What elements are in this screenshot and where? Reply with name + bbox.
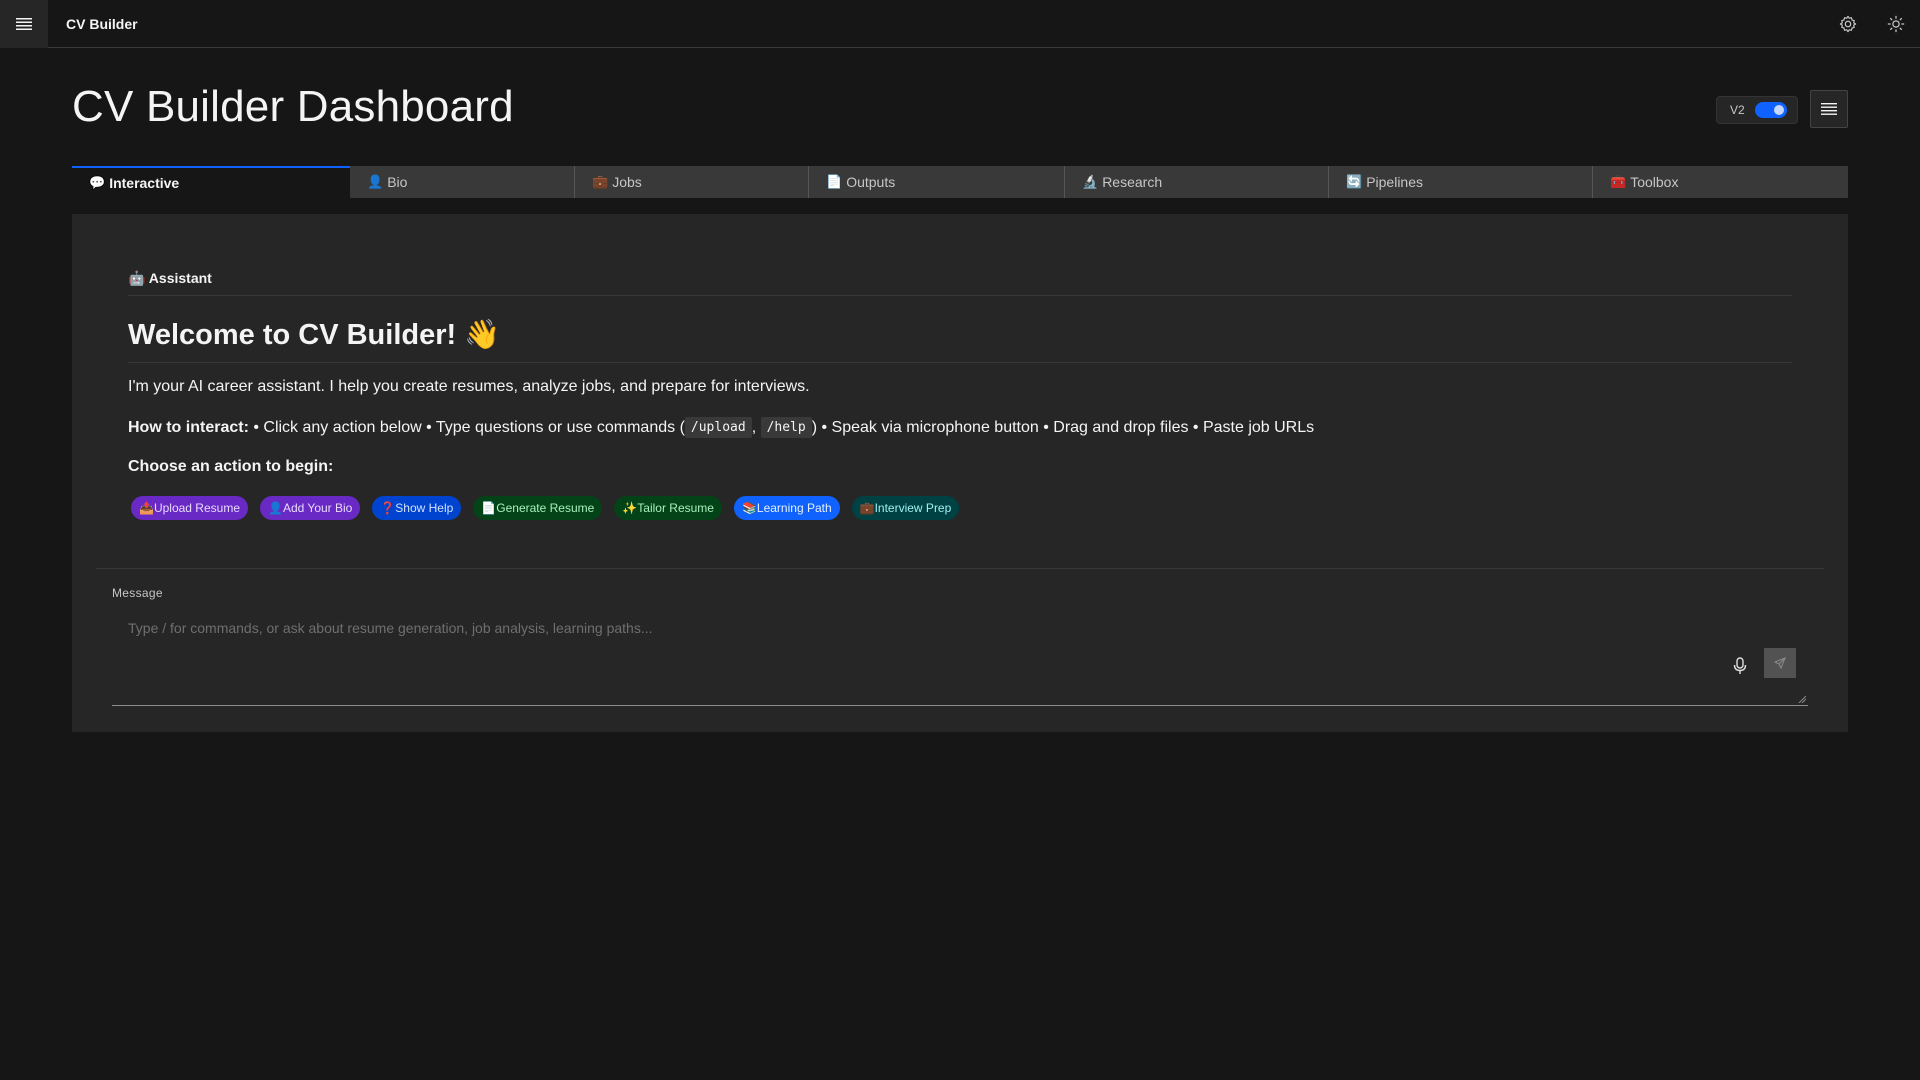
hamburger-icon <box>16 17 32 30</box>
document-icon: 📄 <box>826 174 843 189</box>
message-placeholder: Type / for commands, or ask about resume… <box>128 620 653 636</box>
chat-icon: 💬 <box>89 175 106 190</box>
how-to-part2: ) • Speak via microphone button • Drag a… <box>811 418 1315 436</box>
send-button[interactable] <box>1764 648 1796 678</box>
assistant-header: 🤖 Assistant <box>128 270 212 286</box>
tab-label: Interactive <box>109 175 180 191</box>
message-label: Message <box>112 586 163 600</box>
tab-pipelines[interactable]: 🔄 Pipelines <box>1329 166 1593 198</box>
show-help-button[interactable]: ❓Show Help <box>372 496 462 520</box>
main-tabs: 💬 Interactive 👤 Bio 💼 Jobs 📄 Outputs 🔬 R… <box>72 166 1848 198</box>
add-bio-button[interactable]: 👤Add Your Bio <box>260 496 361 520</box>
upload-resume-button[interactable]: 📤Upload Resume <box>131 496 248 520</box>
tab-outputs[interactable]: 📄 Outputs <box>809 166 1065 198</box>
interactive-panel: 🤖 Assistant Welcome to CV Builder! 👋 I'm… <box>72 214 1848 732</box>
tab-label: Jobs <box>612 174 642 190</box>
interview-prep-button[interactable]: 💼Interview Prep <box>851 496 960 520</box>
microscope-icon: 🔬 <box>1082 174 1099 189</box>
toggle-switch[interactable] <box>1754 102 1787 118</box>
tab-toolbox[interactable]: 🧰 Toolbox <box>1593 166 1848 198</box>
tab-research[interactable]: 🔬 Research <box>1065 166 1329 198</box>
tab-label: Toolbox <box>1630 174 1679 190</box>
tab-bio[interactable]: 👤 Bio <box>350 166 575 198</box>
choose-action-label: Choose an action to begin: <box>128 458 334 475</box>
divider <box>128 295 1792 296</box>
generate-resume-button[interactable]: 📄Generate Resume <box>473 496 603 520</box>
send-icon <box>1774 657 1786 669</box>
menu-button[interactable] <box>0 0 48 48</box>
tailor-resume-button[interactable]: ✨Tailor Resume <box>614 496 722 520</box>
tab-jobs[interactable]: 💼 Jobs <box>575 166 809 198</box>
welcome-heading: Welcome to CV Builder! 👋 <box>128 319 501 351</box>
tab-interactive[interactable]: 💬 Interactive <box>72 166 350 198</box>
how-to-label: How to interact: <box>128 418 249 436</box>
settings-button[interactable] <box>1824 0 1872 48</box>
gear-icon <box>1839 15 1857 33</box>
toolbox-icon: 🧰 <box>1610 174 1627 189</box>
theme-toggle-button[interactable] <box>1872 0 1920 48</box>
tab-label: Research <box>1102 174 1163 190</box>
help-command: /help <box>760 417 812 438</box>
person-icon: 👤 <box>367 174 384 189</box>
comma: , <box>751 418 761 436</box>
top-bar: CV Builder <box>0 0 1920 48</box>
sun-icon <box>1887 15 1905 33</box>
divider <box>128 362 1792 363</box>
app-title[interactable]: CV Builder <box>66 16 138 32</box>
version-toggle[interactable]: V2 <box>1716 96 1798 124</box>
cycle-icon: 🔄 <box>1346 174 1363 189</box>
tab-label: Outputs <box>846 174 896 190</box>
version-toggle-label: V2 <box>1730 103 1745 117</box>
how-to-text: How to interact: • Click any action belo… <box>128 417 1314 438</box>
list-icon <box>1821 103 1837 115</box>
briefcase-icon: 💼 <box>592 174 609 189</box>
resize-handle-icon[interactable] <box>1798 695 1806 703</box>
how-to-part1: • Click any action below • Type question… <box>248 418 685 436</box>
microphone-icon <box>1733 657 1747 674</box>
learning-path-button[interactable]: 📚Learning Path <box>733 496 840 520</box>
divider <box>96 568 1824 569</box>
toggle-knob <box>1773 105 1784 115</box>
intro-text: I'm your AI career assistant. I help you… <box>128 378 810 395</box>
tab-label: Pipelines <box>1366 174 1424 190</box>
layout-menu-button[interactable] <box>1810 90 1848 128</box>
message-input[interactable]: Type / for commands, or ask about resume… <box>112 606 1808 706</box>
upload-command: /upload <box>684 417 752 438</box>
page-title: CV Builder Dashboard <box>72 82 514 131</box>
tab-label: Bio <box>387 174 408 190</box>
microphone-button[interactable] <box>1728 650 1752 682</box>
action-chips: 📤Upload Resume 👤Add Your Bio ❓Show Help … <box>131 496 960 520</box>
